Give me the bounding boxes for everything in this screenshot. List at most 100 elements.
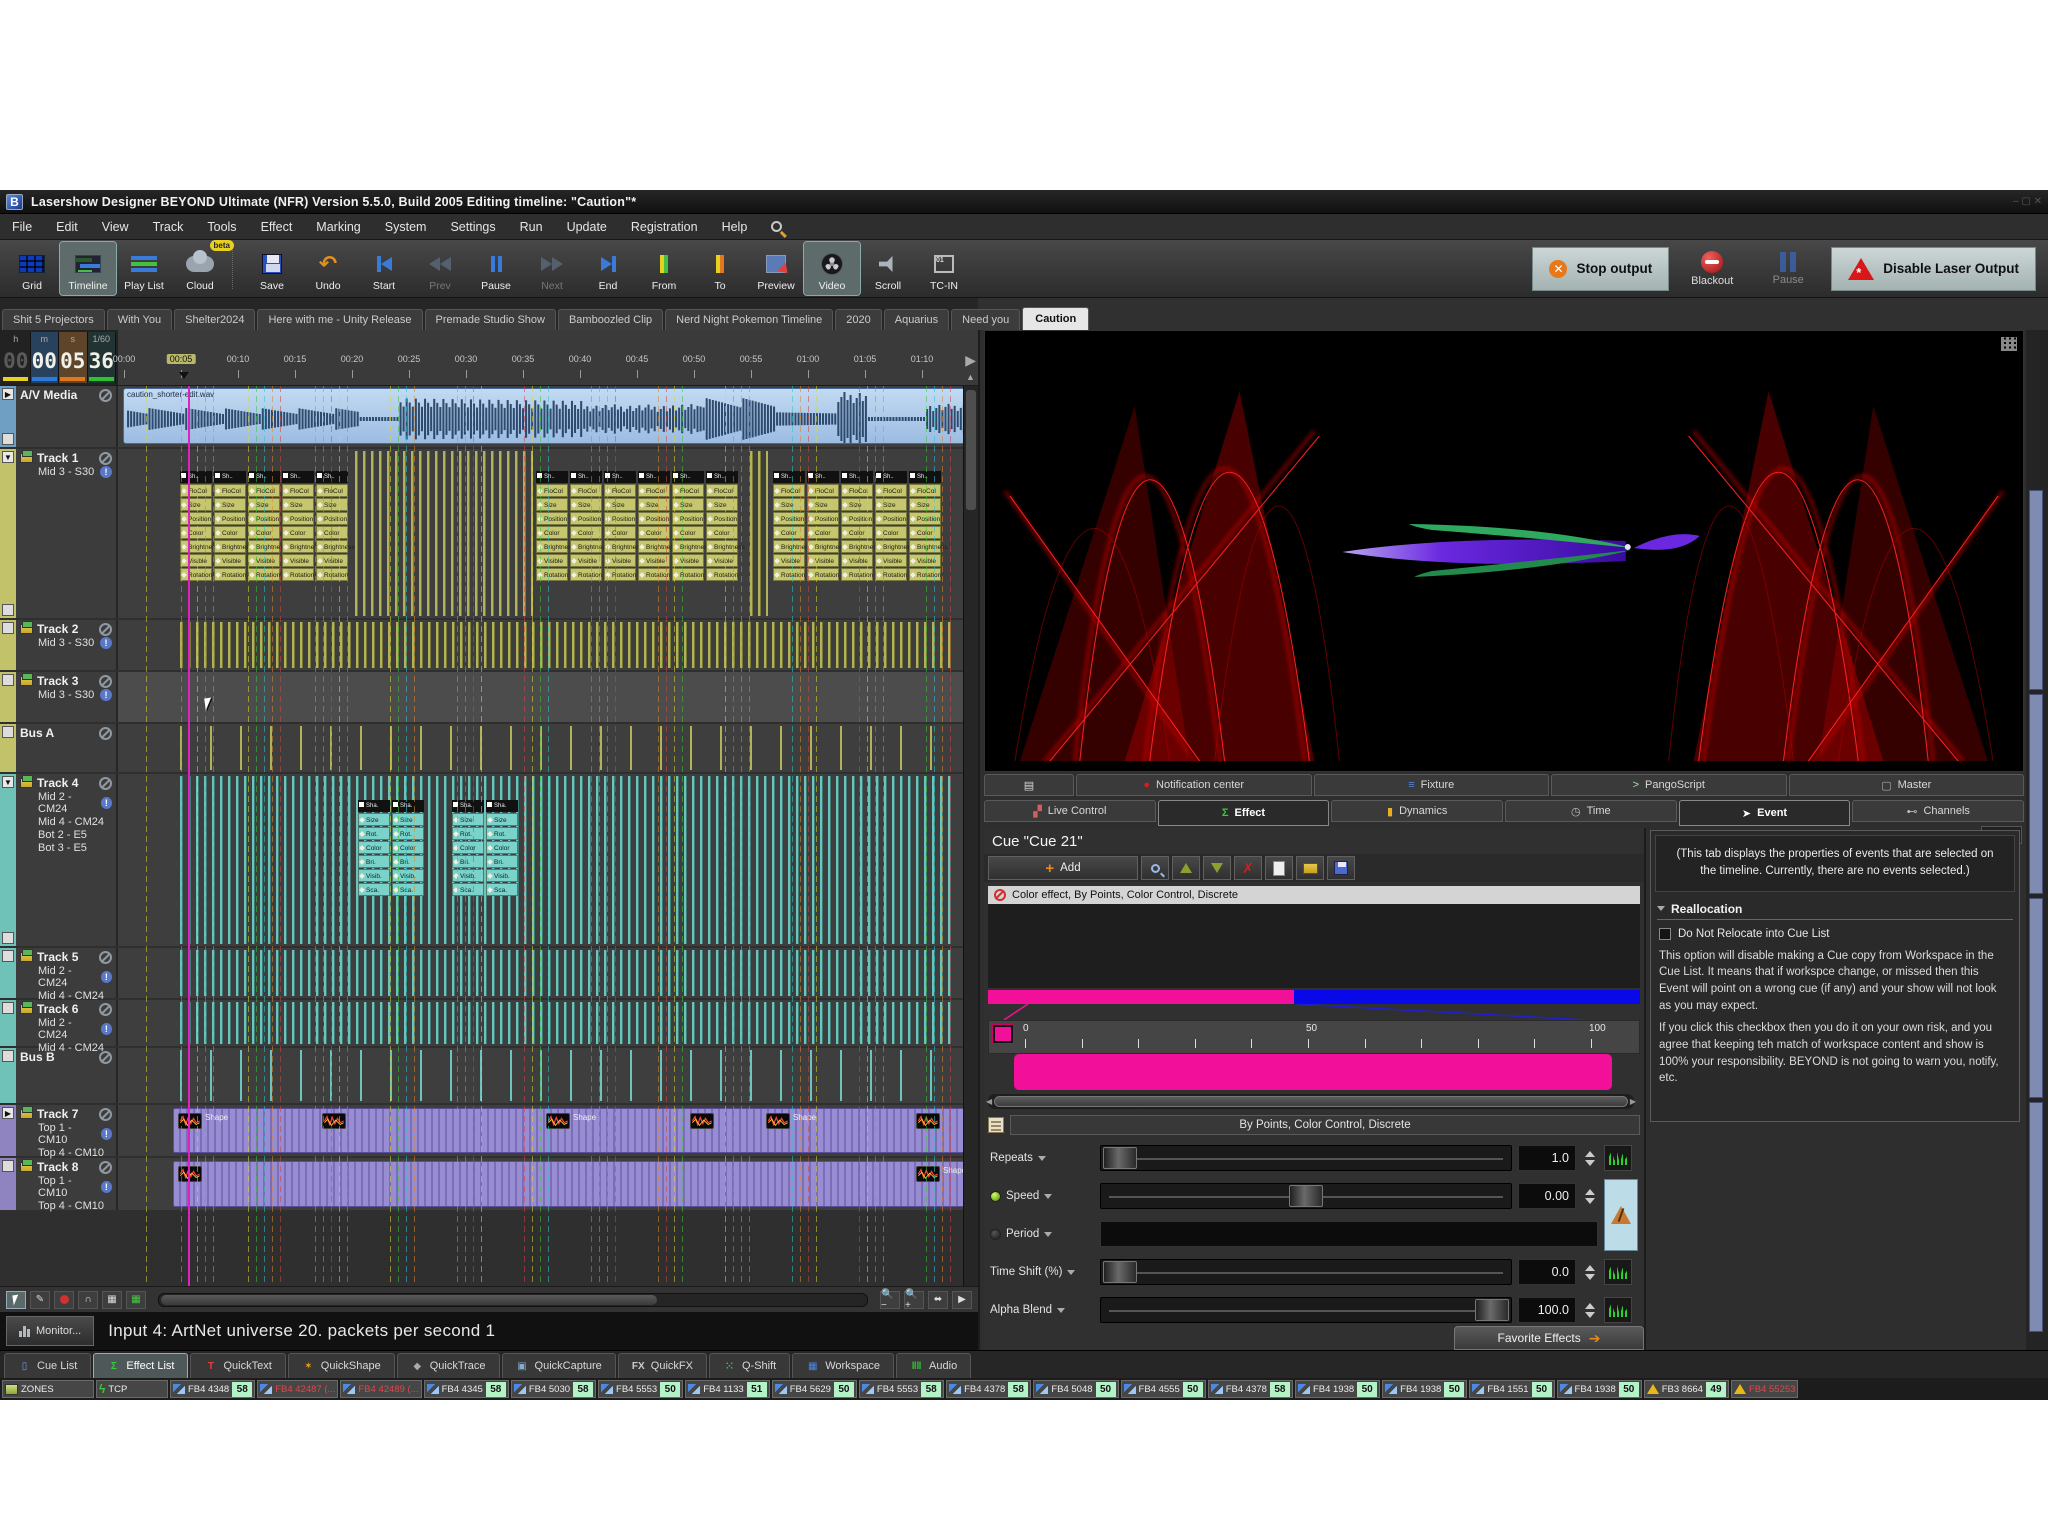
track-checkbox[interactable] — [2, 950, 14, 962]
track-lane[interactable] — [118, 620, 978, 670]
track-disabled-icon[interactable] — [99, 1003, 112, 1016]
track-header[interactable]: ▶Track 7Top 1 - CM10!Top 4 - CM10 — [0, 1105, 118, 1156]
menu-item-edit[interactable]: Edit — [56, 220, 78, 234]
add-effect-button[interactable]: +Add — [988, 856, 1138, 880]
track-checkbox[interactable] — [2, 433, 14, 445]
do-not-relocate-checkbox[interactable] — [1659, 928, 1671, 940]
track-disabled-icon[interactable] — [99, 452, 112, 465]
device-chip[interactable]: FB4 155150 — [1469, 1380, 1554, 1398]
laser-preview[interactable] — [984, 330, 2024, 772]
bottom-tab-audio[interactable]: ‖‖Audio — [896, 1353, 971, 1378]
disable-laser-output-button[interactable]: * Disable Laser Output — [1831, 247, 2036, 291]
track-lane[interactable] — [118, 724, 978, 772]
track-alert-icon[interactable]: ! — [100, 689, 112, 701]
panel-tab-event[interactable]: ➤Event — [1679, 800, 1851, 826]
track-alert-icon[interactable]: ! — [100, 637, 112, 649]
panel-tab-pangoscript[interactable]: >PangoScript — [1551, 774, 1787, 796]
bottom-tab-cue-list[interactable]: ▯Cue List — [4, 1353, 91, 1378]
toolbar-button-undo[interactable]: ↶Undo — [300, 242, 356, 295]
clip-band[interactable]: Shape — [173, 1161, 972, 1207]
track-lane[interactable]: caution_shorter-edit.wav — [118, 386, 978, 447]
expand-arrow-icon[interactable]: ▶ — [2, 388, 14, 400]
waveform-thumbnail[interactable] — [766, 1113, 790, 1129]
waveform-thumbnail[interactable] — [916, 1166, 940, 1182]
menu-item-tools[interactable]: Tools — [207, 220, 236, 234]
menu-item-help[interactable]: Help — [722, 220, 748, 234]
param-value[interactable]: 0.0 — [1518, 1259, 1576, 1285]
zones-chip[interactable]: ZONES — [2, 1380, 94, 1398]
device-chip[interactable]: FB4 55253 — [1731, 1380, 1798, 1398]
notes-icon[interactable] — [988, 1117, 1004, 1133]
device-chip[interactable]: FB4 555350 — [598, 1380, 683, 1398]
track-checkbox[interactable] — [2, 1160, 14, 1172]
device-chip[interactable]: FB4 437858 — [1208, 1380, 1293, 1398]
track-header[interactable]: Bus B — [0, 1048, 118, 1103]
timeline-tab-nerd-night-pokemon-timeline[interactable]: Nerd Night Pokemon Timeline — [665, 309, 833, 330]
clip-stripe-region[interactable] — [180, 622, 955, 668]
grid-tool-button[interactable]: ▦ — [126, 1291, 146, 1309]
clip-stripe-region[interactable] — [180, 1050, 955, 1101]
search-effect-button[interactable] — [1141, 856, 1169, 880]
track-disabled-icon[interactable] — [99, 727, 112, 740]
param-slider[interactable] — [1100, 1183, 1512, 1209]
effect-list-entry[interactable]: Color effect, By Points, Color Control, … — [988, 886, 1640, 904]
device-chip[interactable]: FB4 504850 — [1033, 1380, 1118, 1398]
device-chip[interactable]: FB4 562950 — [772, 1380, 857, 1398]
track-header[interactable]: Track 8Top 1 - CM10!Top 4 - CM10 — [0, 1158, 118, 1210]
draw-tool-button[interactable]: ✎ — [30, 1291, 50, 1309]
clip-stripe-region[interactable] — [180, 950, 955, 996]
track-disabled-icon[interactable] — [99, 623, 112, 636]
bottom-tab-effect-list[interactable]: ΣEffect List — [93, 1353, 188, 1378]
waveform-thumbnail[interactable] — [178, 1113, 202, 1129]
select-tool-button[interactable] — [6, 1291, 26, 1309]
track-checkbox[interactable] — [2, 1050, 14, 1062]
clip-block-group[interactable]: Sh..FloColSizePositionColorBrightnessVis… — [536, 471, 748, 581]
timeline-tab-aquarius[interactable]: Aquarius — [884, 309, 949, 330]
track-disabled-icon[interactable] — [99, 777, 112, 790]
toolbar-button-end[interactable]: End — [580, 242, 636, 295]
panel-tab-master[interactable]: ▢Master — [1789, 774, 2025, 796]
zoom-in-button[interactable]: 🔍+ — [904, 1291, 924, 1309]
clip-block-group[interactable]: Sh..FloColSizePositionColorBrightnessVis… — [180, 471, 352, 581]
track-header[interactable]: Track 3Mid 3 - S30! — [0, 672, 118, 722]
toolbar-button-prev[interactable]: Prev — [412, 242, 468, 295]
device-chip[interactable]: FB4 42489 (... — [340, 1380, 421, 1398]
track-checkbox[interactable] — [2, 604, 14, 616]
track-checkbox[interactable] — [2, 622, 14, 634]
bottom-tab-quicktrace[interactable]: ◆QuickTrace — [397, 1353, 500, 1378]
clip-block-group[interactable]: Sh..FloColSizePositionColorBrightnessVis… — [773, 471, 953, 581]
device-chip[interactable]: FB4 437858 — [946, 1380, 1031, 1398]
period-value-box[interactable] — [1100, 1221, 1598, 1247]
save-effect-button[interactable] — [1327, 856, 1355, 880]
clip-band[interactable]: ShapeShapeShape — [173, 1108, 972, 1153]
menu-item-system[interactable]: System — [385, 220, 427, 234]
bottom-tab-quickshape[interactable]: ✶QuickShape — [288, 1353, 395, 1378]
param-radio[interactable] — [990, 1229, 1001, 1240]
track-disabled-icon[interactable] — [99, 951, 112, 964]
track-lane[interactable]: ShapeShapeShape — [118, 1105, 978, 1156]
track-alert-icon[interactable]: ! — [101, 1023, 112, 1035]
bottom-tab-q-shift[interactable]: ⁙Q-Shift — [709, 1353, 790, 1378]
bottom-tab-quickfx[interactable]: FXQuickFX — [618, 1353, 707, 1378]
effect-position-ruler[interactable]: 050100 — [988, 1020, 1640, 1054]
device-chip[interactable]: FB4 193850 — [1295, 1380, 1380, 1398]
timeline-tab-with-you[interactable]: With You — [107, 309, 172, 330]
bottom-tab-quicktext[interactable]: TQuickText — [190, 1353, 285, 1378]
panel-tab-effect[interactable]: ΣEffect — [1158, 800, 1330, 826]
track-disabled-icon[interactable] — [99, 389, 112, 402]
clip-stripe-region[interactable] — [180, 776, 955, 944]
waveform-thumbnail[interactable] — [690, 1113, 714, 1129]
menu-item-file[interactable]: File — [12, 220, 32, 234]
rail-segment[interactable] — [2029, 1102, 2043, 1332]
move-down-button[interactable] — [1203, 856, 1231, 880]
record-tool-button[interactable] — [54, 1291, 74, 1309]
toolbar-button-from[interactable]: From — [636, 242, 692, 295]
zoom-fit-button[interactable]: ⬌ — [928, 1291, 948, 1309]
track-header[interactable]: Track 5Mid 2 - CM24!Mid 4 - CM24 — [0, 948, 118, 998]
toolbar-button-grid[interactable]: Grid — [4, 242, 60, 295]
timeline-tab-premade-studio-show[interactable]: Premade Studio Show — [425, 309, 556, 330]
track-disabled-icon[interactable] — [99, 675, 112, 688]
track-disabled-icon[interactable] — [99, 1108, 112, 1121]
toolbar-button-start[interactable]: Start — [356, 242, 412, 295]
device-chip[interactable]: FB4 455550 — [1121, 1380, 1206, 1398]
